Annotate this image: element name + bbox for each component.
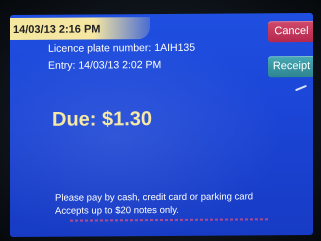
screen-glare (295, 84, 307, 92)
payment-instructions: Please pay by cash, credit card or parki… (55, 191, 254, 204)
entry-time-text: Entry: 14/03/13 2:02 PM (48, 59, 162, 72)
clock-bar: 14/03/13 2:16 PM (10, 17, 150, 41)
clock-text: 14/03/13 2:16 PM (13, 23, 101, 37)
amount-due: Due: $1.30 (52, 108, 153, 131)
cancel-button[interactable]: Cancel (268, 20, 313, 43)
notes-limit-text: Accepts up to $20 notes only. (55, 204, 179, 217)
licence-plate-text: Licence plate number: 1AIH135 (48, 41, 196, 55)
payment-screen: 14/03/13 2:16 PM Licence plate number: 1… (10, 12, 313, 238)
fine-print-line (70, 218, 270, 222)
receipt-button[interactable]: Receipt (268, 55, 313, 78)
kiosk-photo: 14/03/13 2:16 PM Licence plate number: 1… (0, 0, 321, 241)
